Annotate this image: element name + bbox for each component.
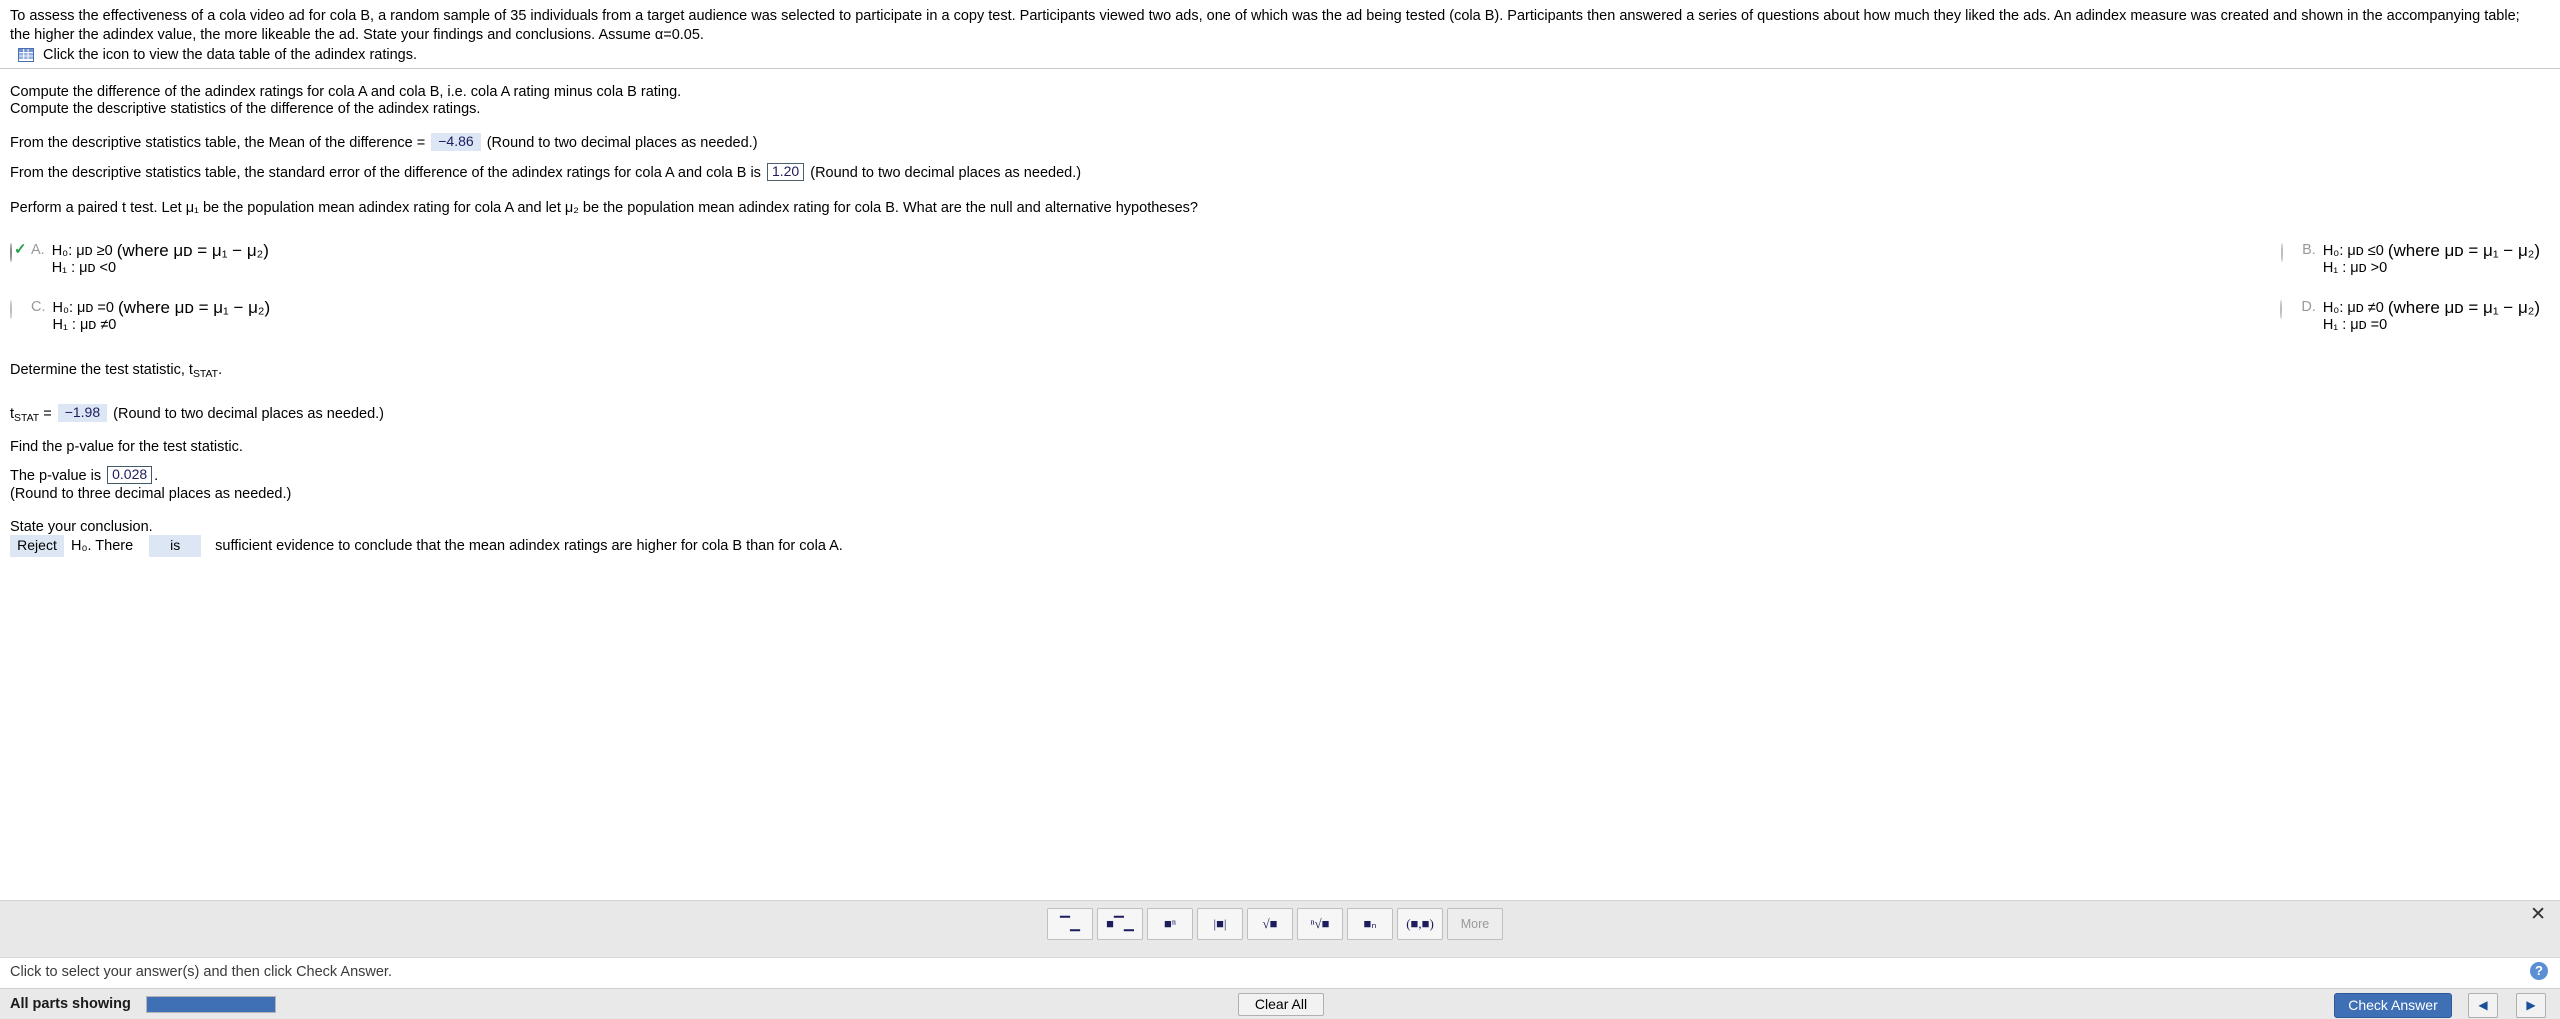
stderr-prefix-label: From the descriptive statistics table, t… (10, 165, 761, 181)
compute-line-2: Compute the descriptive statistics of th… (10, 101, 481, 117)
tstat-subscript: STAT (14, 412, 40, 424)
radio-wrap-c[interactable] (10, 300, 26, 319)
choice-letter-d: D. (2301, 299, 2316, 315)
choice-row-1: ✓ A. H₀: μᴅ ≥0 (where μᴅ = μ₁ − μ₂) H₁ :… (10, 242, 2540, 277)
conclusion-row: Reject H₀. There is sufficient evidence … (10, 535, 843, 557)
section-divider (0, 68, 2560, 69)
more-button[interactable]: More (1447, 908, 1503, 940)
check-mark-icon: ✓ (14, 241, 27, 258)
grid-table-icon[interactable] (18, 48, 34, 62)
conclusion-h0-text: H₀. There (71, 538, 134, 554)
progress-bar-fill (147, 997, 275, 1012)
clear-all-button[interactable]: Clear All (1238, 993, 1324, 1016)
tstat-answer-row: tSTAT = −1.98 (Round to two decimal plac… (10, 404, 384, 427)
choice-row-2: C. H₀: μᴅ =0 (where μᴅ = μ₁ − μ₂) H₁ : μ… (10, 299, 2540, 334)
choice-a-null: H₀: μᴅ ≥0 (51, 243, 113, 259)
reject-dropdown[interactable]: Reject (10, 535, 64, 557)
math-palette: ▔▁ ■▔▁ ■ⁿ |■| √■ ⁿ√■ ■ₙ (■,■) More (1047, 908, 1503, 940)
choice-c-alt: H₁ : μᴅ ≠0 (52, 317, 117, 333)
choice-body-b: H₀: μᴅ ≤0 (where μᴅ = μ₁ − μ₂) H₁ : μᴅ >… (2323, 242, 2540, 277)
find-pvalue-label: Find the p-value for the test statistic. (10, 439, 243, 455)
problem-statement: To assess the effectiveness of a cola vi… (10, 8, 2520, 43)
choice-letter-c: C. (31, 299, 46, 315)
next-button[interactable]: ▶ (2516, 993, 2546, 1018)
choice-letter-a: A. (31, 242, 45, 258)
mean-prefix-label: From the descriptive statistics table, t… (10, 135, 426, 151)
tstat-answer-field[interactable]: −1.98 (57, 404, 108, 422)
choice-d-alt: H₁ : μᴅ =0 (2322, 317, 2388, 333)
progress-bar (146, 996, 276, 1013)
exercise-page: To assess the effectiveness of a cola vi… (0, 0, 2560, 1019)
pvalue-answer-row: The p-value is 0.028. (10, 466, 158, 485)
tstat-rounding-note: (Round to two decimal places as needed.) (113, 406, 384, 422)
data-table-link-label[interactable]: Click the icon to view the data table of… (43, 47, 417, 63)
subscript-button[interactable]: ■ₙ (1347, 908, 1393, 940)
tstat-equals: = (43, 406, 52, 422)
status-hint-text: Click to select your answer(s) and then … (10, 964, 392, 980)
pvalue-answer-field[interactable]: 0.028 (107, 466, 153, 484)
compute-line-1: Compute the difference of the adindex ra… (10, 84, 682, 100)
choice-body-c: H₀: μᴅ =0 (where μᴅ = μ₁ − μ₂) H₁ : μᴅ ≠… (53, 299, 271, 334)
radio-wrap-d[interactable] (2280, 300, 2296, 319)
mixed-fraction-button[interactable]: ■▔▁ (1097, 908, 1143, 940)
choice-option-b[interactable]: B. H₀: μᴅ ≤0 (where μᴅ = μ₁ − μ₂) H₁ : μ… (1009, 242, 2540, 277)
square-root-button[interactable]: √■ (1247, 908, 1293, 940)
choice-c-where: (where μᴅ = μ₁ − μ₂) (118, 298, 271, 317)
previous-button[interactable]: ◀ (2468, 993, 2498, 1018)
choice-b-alt: H₁ : μᴅ >0 (2322, 260, 2388, 276)
determine-test-statistic-label: Determine the test statistic, tSTAT. (10, 362, 222, 383)
help-icon[interactable]: ? (2530, 962, 2548, 980)
choice-option-c[interactable]: C. H₀: μᴅ =0 (where μᴅ = μ₁ − μ₂) H₁ : μ… (10, 299, 1008, 334)
choice-d-null: H₀: μᴅ ≠0 (2322, 300, 2384, 316)
exponent-button[interactable]: ■ⁿ (1147, 908, 1193, 940)
close-icon[interactable]: ✕ (2530, 905, 2546, 924)
parts-showing-label: All parts showing (10, 996, 131, 1012)
check-answer-button[interactable]: Check Answer (2334, 993, 2452, 1018)
choice-a-alt: H₁ : μᴅ <0 (51, 260, 117, 276)
state-conclusion-label: State your conclusion. (10, 519, 153, 535)
choice-c-null: H₀: μᴅ =0 (52, 300, 114, 316)
choice-letter-b: B. (2302, 242, 2316, 258)
data-table-link[interactable]: Click the icon to view the data table of… (18, 47, 417, 63)
pvalue-prefix: The p-value is (10, 468, 102, 484)
mean-question-row: From the descriptive statistics table, t… (10, 133, 758, 152)
is-dropdown[interactable]: is (149, 535, 202, 557)
choice-body-a: H₀: μᴅ ≥0 (where μᴅ = μ₁ − μ₂) H₁ : μᴅ <… (52, 242, 269, 277)
mean-rounding-note: (Round to two decimal places as needed.) (486, 135, 758, 151)
determine-period: . (218, 362, 223, 378)
radio-button-b[interactable] (2281, 243, 2284, 262)
choice-a-where: (where μᴅ = μ₁ − μ₂) (116, 241, 269, 260)
paired-test-intro: Perform a paired t test. Let μ₁ be the p… (10, 200, 1198, 216)
radio-wrap-a[interactable]: ✓ (10, 241, 27, 262)
determine-prefix: Determine the test statistic, t (10, 362, 193, 378)
nth-root-button[interactable]: ⁿ√■ (1297, 908, 1343, 940)
absolute-value-button[interactable]: |■| (1197, 908, 1243, 940)
pvalue-rounding-note: (Round to three decimal places as needed… (10, 486, 292, 502)
choice-option-a[interactable]: ✓ A. H₀: μᴅ ≥0 (where μᴅ = μ₁ − μ₂) H₁ :… (10, 242, 1009, 277)
choice-b-null: H₀: μᴅ ≤0 (2322, 243, 2384, 259)
stderr-rounding-note: (Round to two decimal places as needed.) (810, 165, 1082, 181)
mean-answer-field[interactable]: −4.86 (431, 133, 481, 151)
radio-wrap-b[interactable] (2281, 243, 2297, 262)
compute-instructions: Compute the difference of the adindex ra… (10, 84, 681, 118)
fraction-button[interactable]: ▔▁ (1047, 908, 1093, 940)
choice-b-where: (where μᴅ = μ₁ − μ₂) (2387, 241, 2540, 260)
determine-subscript: STAT (192, 368, 219, 380)
radio-button-d[interactable] (2280, 300, 2283, 319)
radio-button-c[interactable] (10, 300, 12, 319)
radio-button-a[interactable] (10, 243, 12, 262)
hypothesis-choices: ✓ A. H₀: μᴅ ≥0 (where μᴅ = μ₁ − μ₂) H₁ :… (10, 242, 2540, 334)
conclusion-tail-text: sufficient evidence to conclude that the… (215, 538, 843, 554)
choice-option-d[interactable]: D. H₀: μᴅ ≠0 (where μᴅ = μ₁ − μ₂) H₁ : μ… (1008, 299, 2540, 334)
choice-d-where: (where μᴅ = μ₁ − μ₂) (2387, 298, 2540, 317)
choice-body-d: H₀: μᴅ ≠0 (where μᴅ = μ₁ − μ₂) H₁ : μᴅ =… (2323, 299, 2540, 334)
ordered-pair-button[interactable]: (■,■) (1397, 908, 1443, 940)
stderr-question-row: From the descriptive statistics table, t… (10, 163, 1081, 182)
stderr-answer-field[interactable]: 1.20 (766, 163, 805, 181)
pvalue-period: . (154, 468, 159, 484)
